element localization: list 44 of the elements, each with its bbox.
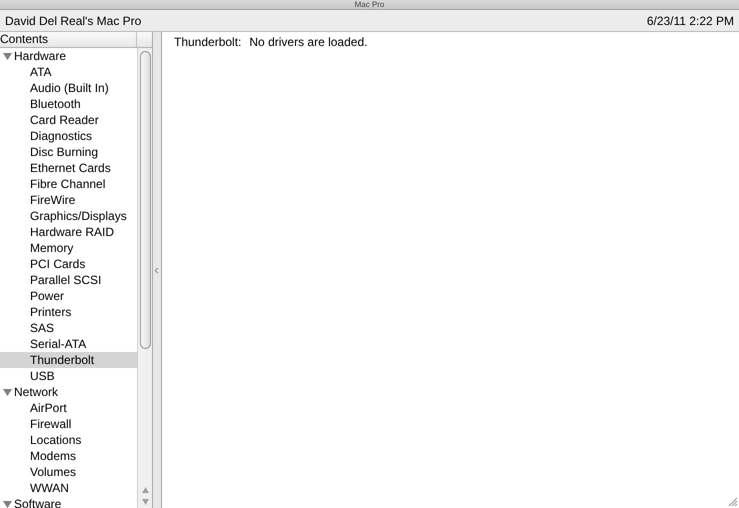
- disclosure-triangle-down-icon[interactable]: [3, 388, 12, 396]
- disclosure-triangle-down-icon[interactable]: [3, 500, 12, 508]
- tree-item[interactable]: Diagnostics: [0, 128, 137, 144]
- tree-item[interactable]: Firewall: [0, 416, 137, 432]
- status-message: No drivers are loaded.: [249, 34, 368, 51]
- tree-item[interactable]: ATA: [0, 64, 137, 80]
- scroll-down-icon[interactable]: [142, 499, 148, 505]
- tree-item[interactable]: Parallel SCSI: [0, 272, 137, 288]
- grip-icon: [155, 268, 159, 272]
- tree-item[interactable]: SAS: [0, 320, 137, 336]
- tree-item[interactable]: WWAN: [0, 480, 137, 496]
- tree-item[interactable]: Disc Burning: [0, 144, 137, 160]
- tree-item[interactable]: AirPort: [0, 400, 137, 416]
- split-handle[interactable]: [153, 32, 162, 508]
- tree-item[interactable]: Thunderbolt: [0, 352, 137, 368]
- tree-item[interactable]: Memory: [0, 240, 137, 256]
- category-label: Network: [14, 384, 58, 401]
- tree-item[interactable]: Volumes: [0, 464, 137, 480]
- tree-item[interactable]: Audio (Built In): [0, 80, 137, 96]
- tree-item[interactable]: Locations: [0, 432, 137, 448]
- tree-item[interactable]: Serial-ATA: [0, 336, 137, 352]
- computer-name: David Del Real's Mac Pro: [5, 12, 142, 30]
- tree-item[interactable]: Power: [0, 288, 137, 304]
- disclosure-triangle-down-icon[interactable]: [3, 52, 12, 60]
- tree-item[interactable]: Graphics/Displays: [0, 208, 137, 224]
- tree-item[interactable]: Hardware RAID: [0, 224, 137, 240]
- scroll-thumb[interactable]: [140, 51, 150, 349]
- device-label: Thunderbolt:: [174, 34, 242, 51]
- tree-item[interactable]: USB: [0, 368, 137, 384]
- category-label: Software: [14, 496, 62, 508]
- tree-item[interactable]: FireWire: [0, 192, 137, 208]
- tree-item[interactable]: Bluetooth: [0, 96, 137, 112]
- tree-item[interactable]: Printers: [0, 304, 137, 320]
- tree-item[interactable]: Ethernet Cards: [0, 160, 137, 176]
- scroll-up-icon[interactable]: [142, 487, 148, 493]
- scrollbar[interactable]: [137, 48, 152, 508]
- tree-item[interactable]: Card Reader: [0, 112, 137, 128]
- tree-item[interactable]: Modems: [0, 448, 137, 464]
- resize-grip-icon[interactable]: [728, 497, 737, 506]
- tree-item[interactable]: Fibre Channel: [0, 176, 137, 192]
- tree-item[interactable]: PCI Cards: [0, 256, 137, 272]
- report-date: 6/23/11 2:22 PM: [646, 12, 734, 30]
- window-title: Mac Pro: [354, 0, 384, 9]
- category-label: Hardware: [14, 48, 66, 65]
